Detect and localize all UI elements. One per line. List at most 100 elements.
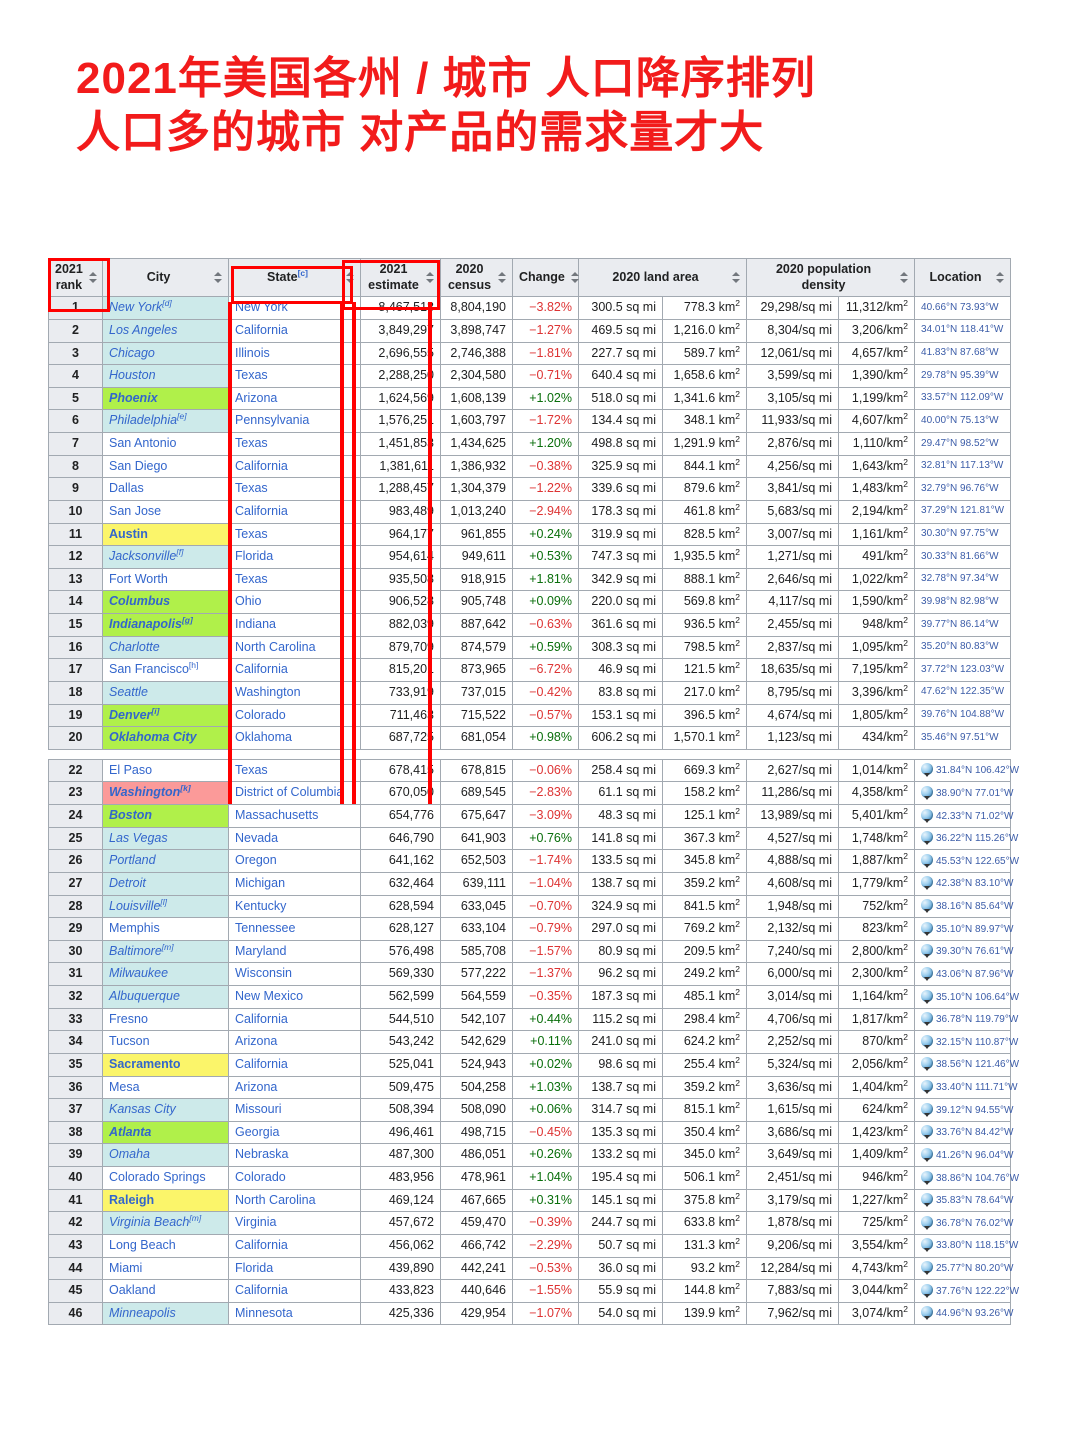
cell-state[interactable]: California xyxy=(228,1233,361,1258)
coordinates[interactable]: 35.10°N 89.97°W xyxy=(936,924,1014,935)
cell-city[interactable]: Columbus xyxy=(102,590,229,614)
cell-location[interactable]: 45.53°N 122.65°W xyxy=(914,849,1019,873)
city-footnote[interactable]: [f] xyxy=(176,547,183,557)
city-name[interactable]: Raleigh xyxy=(109,1193,154,1207)
city-name[interactable]: Washington xyxy=(109,785,180,799)
coordinates[interactable]: 38.16°N 85.64°W xyxy=(936,901,1014,912)
city-footnote[interactable]: [d] xyxy=(162,298,171,308)
city-footnote[interactable]: [m] xyxy=(162,942,174,952)
cell-state[interactable]: Texas xyxy=(228,477,361,501)
cell-city[interactable]: Oakland xyxy=(102,1279,229,1303)
cell-state[interactable]: New Mexico xyxy=(228,985,361,1009)
coordinates[interactable]: 35.20°N 80.83°W xyxy=(921,641,999,652)
cell-city[interactable]: Chicago xyxy=(102,341,229,366)
cell-state[interactable]: Ohio xyxy=(228,590,361,614)
cell-state[interactable]: Oklahoma xyxy=(228,726,361,750)
cell-location[interactable]: 37.76°N 122.22°W xyxy=(914,1279,1019,1303)
cell-city[interactable]: Las Vegas xyxy=(102,826,229,851)
cell-location[interactable]: 33.40°N 111.71°W xyxy=(914,1075,1018,1100)
city-name[interactable]: Memphis xyxy=(109,921,160,935)
city-name[interactable]: Colorado Springs xyxy=(109,1170,206,1184)
city-name[interactable]: Tucson xyxy=(109,1034,150,1048)
city-name[interactable]: Minneapolis xyxy=(109,1306,176,1320)
sort-icon-rank[interactable] xyxy=(88,272,98,284)
cell-location[interactable]: 32.15°N 110.87°W xyxy=(914,1030,1018,1054)
cell-state[interactable]: California xyxy=(228,499,361,524)
cell-location[interactable]: 33.57°N 112.09°W xyxy=(914,386,1012,411)
globe-icon[interactable] xyxy=(921,763,933,778)
cell-state[interactable]: Texas xyxy=(228,522,361,547)
cell-city[interactable]: San Francisco[h] xyxy=(102,658,229,682)
coordinates[interactable]: 34.01°N 118.41°W xyxy=(921,324,1003,335)
globe-icon[interactable] xyxy=(921,853,933,868)
city-name[interactable]: Milwaukee xyxy=(109,966,168,980)
cell-city[interactable]: Seattle xyxy=(102,680,229,705)
cell-state[interactable]: Nevada xyxy=(228,826,361,851)
sort-icon-location[interactable] xyxy=(995,272,1005,284)
city-name[interactable]: Louisville xyxy=(109,899,160,913)
cell-city[interactable]: Dallas xyxy=(102,477,229,501)
cell-city[interactable]: Detroit xyxy=(102,871,229,896)
coordinates[interactable]: 35.46°N 97.51°W xyxy=(921,732,999,743)
cell-location[interactable]: 33.80°N 118.15°W xyxy=(914,1233,1018,1258)
city-name[interactable]: Houston xyxy=(109,368,156,382)
col-header-location[interactable]: Location xyxy=(914,257,1012,298)
cell-location[interactable]: 37.29°N 121.81°W xyxy=(914,499,1012,524)
cell-location[interactable]: 25.77°N 80.20°W xyxy=(914,1256,1014,1281)
cell-state[interactable]: Missouri xyxy=(228,1098,361,1122)
city-footnote[interactable]: [g] xyxy=(182,615,193,625)
col-header-rank[interactable]: 2021 rank xyxy=(48,257,103,298)
cell-state[interactable]: California xyxy=(228,1052,361,1077)
globe-icon[interactable] xyxy=(921,1147,933,1162)
sort-icon-estimate[interactable] xyxy=(425,272,434,284)
city-footnote[interactable]: [k] xyxy=(180,783,190,793)
cell-city[interactable]: Indianapolis[g] xyxy=(102,613,229,637)
cell-location[interactable]: 41.26°N 96.04°W xyxy=(914,1143,1014,1167)
cell-location[interactable]: 30.30°N 97.75°W xyxy=(914,522,1012,547)
cell-state[interactable]: California xyxy=(228,454,361,479)
cell-state[interactable]: District of Columbia xyxy=(228,781,361,805)
city-footnote[interactable]: [h] xyxy=(189,660,198,670)
col-header-change[interactable]: Change xyxy=(512,257,580,298)
col-header-2020-land-area[interactable]: 2020 land area xyxy=(577,257,748,298)
cell-city[interactable]: Long Beach xyxy=(102,1233,229,1258)
cell-city[interactable]: San Jose xyxy=(102,499,229,524)
coordinates[interactable]: 44.96°N 93.26°W xyxy=(936,1308,1014,1319)
coordinates[interactable]: 25.77°N 80.20°W xyxy=(936,1263,1014,1274)
cell-city[interactable]: Portland xyxy=(102,849,229,873)
cell-location[interactable]: 36.22°N 115.26°W xyxy=(914,826,1018,851)
coordinates[interactable]: 38.86°N 104.76°W xyxy=(936,1173,1019,1184)
cell-city[interactable]: Oklahoma City xyxy=(102,726,229,750)
globe-icon[interactable] xyxy=(921,1102,933,1117)
cell-location[interactable]: 35.10°N 106.64°W xyxy=(914,985,1019,1009)
coordinates[interactable]: 42.33°N 71.02°W xyxy=(936,811,1014,822)
col-header-state[interactable]: State[c] xyxy=(228,257,361,298)
cell-location[interactable]: 35.20°N 80.83°W xyxy=(914,635,1012,660)
cell-state[interactable]: Washington xyxy=(228,680,361,705)
cell-city[interactable]: New York[d] xyxy=(102,296,229,320)
coordinates[interactable]: 40.66°N 73.93°W xyxy=(921,302,999,313)
city-name[interactable]: Sacramento xyxy=(109,1057,181,1071)
sort-icon-state[interactable] xyxy=(345,272,354,284)
coordinates[interactable]: 43.06°N 87.96°W xyxy=(936,969,1014,980)
cell-state[interactable]: New York xyxy=(228,296,361,320)
cell-city[interactable]: Austin xyxy=(102,522,229,547)
cell-state[interactable]: California xyxy=(228,658,361,682)
globe-icon[interactable] xyxy=(921,1034,933,1049)
cell-location[interactable]: 42.33°N 71.02°W xyxy=(914,804,1014,828)
coordinates[interactable]: 47.62°N 122.35°W xyxy=(921,686,1004,697)
cell-city[interactable]: Albuquerque xyxy=(102,985,229,1009)
city-name[interactable]: Oakland xyxy=(109,1283,156,1297)
city-name[interactable]: Atlanta xyxy=(109,1125,151,1139)
cell-city[interactable]: Los Angeles xyxy=(102,318,229,343)
city-name[interactable]: New York xyxy=(109,300,162,314)
cell-city[interactable]: Memphis xyxy=(102,917,229,941)
globe-icon[interactable] xyxy=(921,1193,933,1208)
coordinates[interactable]: 30.30°N 97.75°W xyxy=(921,528,999,539)
globe-icon[interactable] xyxy=(921,1215,933,1230)
cell-state[interactable]: Oregon xyxy=(228,849,361,873)
sort-icon-land-area[interactable] xyxy=(731,272,741,284)
city-name[interactable]: Fresno xyxy=(109,1012,148,1026)
globe-icon[interactable] xyxy=(921,1080,933,1095)
city-name[interactable]: San Diego xyxy=(109,459,167,473)
